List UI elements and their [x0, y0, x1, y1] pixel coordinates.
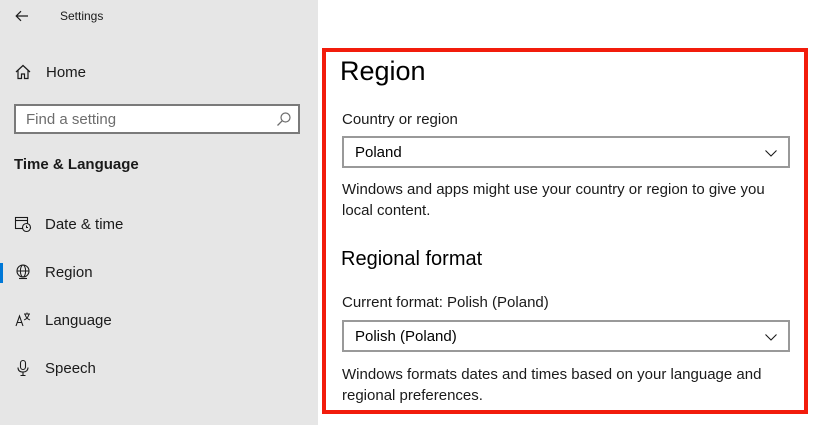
home-label: Home	[46, 64, 87, 81]
country-dropdown-value: Poland	[355, 144, 402, 161]
sidebar-item-label: Speech	[45, 360, 96, 377]
back-arrow-icon	[15, 10, 28, 22]
sidebar-item-speech[interactable]: Speech	[0, 350, 318, 386]
section-title: Time & Language	[14, 156, 139, 173]
sidebar-item-label: Region	[45, 264, 93, 281]
selected-indicator	[0, 263, 3, 283]
country-dropdown[interactable]: Poland	[342, 136, 790, 168]
country-description: Windows and apps might use your country …	[342, 181, 765, 219]
sidebar-item-language[interactable]: Language	[0, 302, 318, 338]
microphone-icon	[17, 359, 29, 377]
search-input[interactable]	[16, 106, 276, 132]
home-icon	[15, 64, 31, 80]
regional-format-dropdown[interactable]: Polish (Poland)	[342, 320, 790, 352]
search-box[interactable]	[14, 104, 300, 134]
settings-window: Settings Home Time & Language	[0, 0, 828, 425]
back-button[interactable]	[10, 5, 34, 27]
regional-format-dropdown-value: Polish (Poland)	[355, 328, 457, 345]
regional-format-description: Windows formats dates and times based on…	[342, 366, 762, 404]
sidebar-item-home[interactable]: Home	[0, 58, 318, 86]
search-icon[interactable]	[276, 111, 292, 127]
chevron-down-icon	[765, 334, 777, 341]
sidebar-item-label: Date & time	[45, 216, 124, 233]
chevron-down-icon	[765, 150, 777, 157]
country-label: Country or region	[342, 111, 458, 128]
sidebar-item-label: Language	[45, 312, 112, 329]
title-bar: Settings	[0, 0, 318, 32]
current-format-label: Current format: Polish (Poland)	[342, 294, 549, 311]
regional-format-heading: Regional format	[341, 248, 483, 270]
sidebar: Settings Home Time & Language	[0, 0, 318, 425]
sidebar-item-date-time[interactable]: Date & time	[0, 206, 318, 242]
app-title: Settings	[60, 9, 104, 23]
language-icon	[15, 312, 31, 327]
sidebar-item-region[interactable]: Region	[0, 254, 318, 290]
calendar-clock-icon	[14, 216, 32, 233]
page-title: Region	[340, 56, 426, 86]
globe-icon	[16, 264, 30, 280]
